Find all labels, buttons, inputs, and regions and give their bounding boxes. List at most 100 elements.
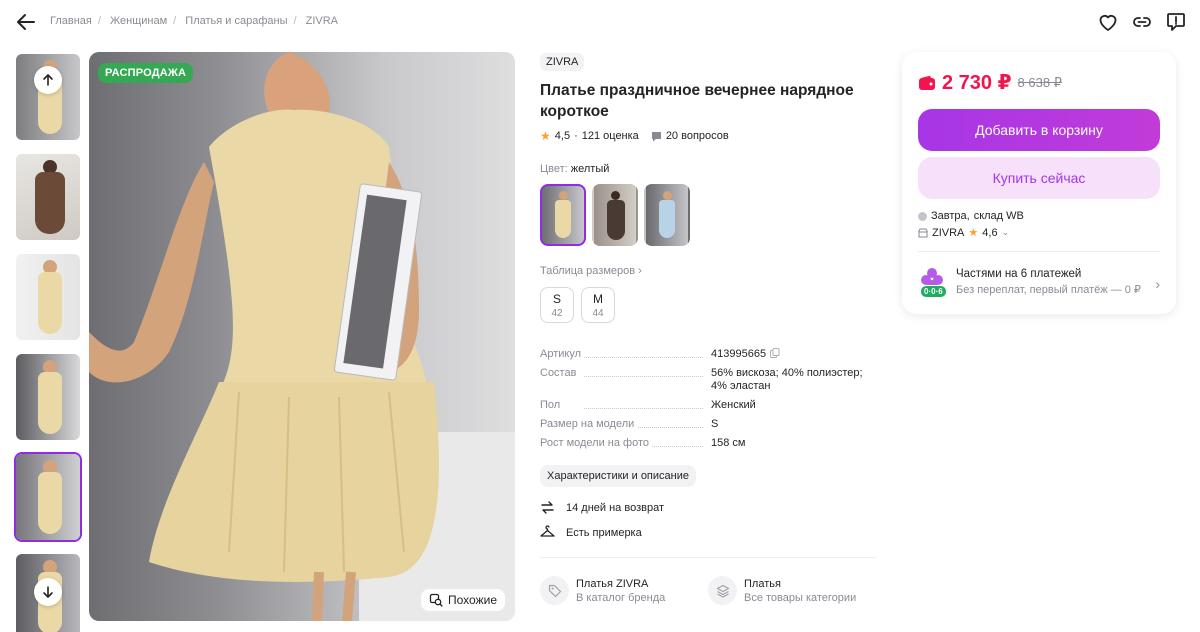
rating-separator: ·: [574, 130, 578, 142]
return-text: 14 дней на возврат: [566, 501, 664, 514]
installment-offer[interactable]: 0·0·6 Частями на 6 платежей Без переплат…: [918, 266, 1160, 298]
link-icon[interactable]: [1130, 10, 1154, 34]
color-swatch-yellow[interactable]: [540, 184, 586, 246]
dress-photo-illustration: [89, 52, 515, 621]
param-key: Размер на модели: [540, 418, 638, 430]
size-option-s[interactable]: S 42: [540, 287, 574, 323]
chevron-right-icon: ›: [638, 265, 642, 277]
brand-chip[interactable]: ZIVRA: [540, 53, 585, 71]
color-label: Цвет: желтый: [540, 163, 880, 175]
rating-line: ★ 4,5 · 121 оценка 20 вопросов: [540, 129, 880, 143]
thumbnail[interactable]: [14, 252, 82, 342]
size-label: S: [552, 292, 561, 306]
category-link-sub: Все товары категории: [744, 591, 857, 604]
category-link[interactable]: Платья Все товары категории: [708, 576, 876, 605]
delivery-info: Завтра, склад WB: [918, 210, 1160, 222]
category-link-title: Платья: [744, 577, 781, 590]
size-label: M: [593, 292, 603, 306]
heart-icon[interactable]: [1096, 10, 1120, 34]
size-selector: S 42 M 44: [540, 287, 880, 323]
product-info: ZIVRA Платье праздничное вечернее нарядн…: [540, 52, 880, 605]
similar-button[interactable]: Похожие: [421, 589, 505, 611]
param-row: Состав 56% вискоза; 40% полиэстер; 4% эл…: [540, 367, 876, 393]
color-swatch-brown[interactable]: [592, 184, 638, 246]
size-table-label: Таблица размеров: [540, 265, 636, 277]
chat-icon: [651, 131, 661, 141]
back-arrow-icon[interactable]: [14, 10, 38, 34]
installment-subtitle: Без переплат, первый платёж — 0 ₽: [956, 284, 1141, 296]
copy-icon[interactable]: [770, 348, 780, 358]
delivery-day: Завтра,: [931, 210, 970, 222]
breadcrumb: Главная / Женщинам / Платья и сарафаны / ZI…: [50, 15, 339, 27]
reviews-count[interactable]: 121 оценка: [582, 130, 639, 142]
breadcrumb-women[interactable]: Женщинам: [110, 15, 167, 27]
brand-link-title: Платья ZIVRA: [576, 577, 649, 590]
similar-search-icon: [429, 593, 443, 607]
return-arrows-icon: [541, 501, 554, 514]
installment-badge: 0·0·6: [920, 285, 947, 298]
installment-title: Частями на 6 платежей: [956, 268, 1082, 280]
param-key: Пол: [540, 399, 564, 411]
main-product-photo[interactable]: РАСПРОДАЖА Похожие: [89, 52, 515, 621]
report-icon[interactable]: [1164, 10, 1188, 34]
param-row: Размер на модели S: [540, 418, 876, 431]
thumbnail[interactable]: [14, 152, 82, 242]
divider: [918, 251, 1160, 252]
return-perk: 14 дней на возврат: [540, 500, 880, 515]
thumbnail[interactable]: [14, 352, 82, 442]
size-table-link[interactable]: Таблица размеров ›: [540, 265, 880, 277]
sale-badge: РАСПРОДАЖА: [98, 63, 194, 83]
thumbs-down-arrow-icon[interactable]: [34, 578, 62, 606]
rating-value: 4,5: [554, 130, 571, 142]
color-label-key: Цвет:: [540, 163, 568, 175]
chevron-right-icon: ›: [1155, 276, 1160, 292]
price-row: 2 730 ₽ 8 638 ₽: [918, 70, 1160, 95]
param-value: 158 см: [711, 437, 746, 449]
param-value: S: [711, 418, 719, 430]
param-key: Артикул: [540, 348, 585, 360]
param-row: Пол Женский: [540, 399, 876, 412]
thumbnail-active[interactable]: [14, 452, 82, 542]
color-label-value: желтый: [570, 163, 610, 175]
product-title: Платье праздничное вечернее нарядное кор…: [540, 82, 854, 120]
seller-info[interactable]: ZIVRA ★ 4,6 ⌄: [918, 226, 1160, 239]
size-ru: 44: [592, 308, 604, 319]
similar-label: Похожие: [448, 593, 497, 607]
seller-rating: 4,6: [982, 226, 998, 239]
wallet-icon: [919, 75, 935, 90]
param-key: Состав: [540, 367, 580, 379]
current-price: 2 730 ₽: [942, 72, 1012, 94]
star-icon: ★: [968, 227, 979, 239]
thumbs-up-arrow-icon[interactable]: [34, 66, 62, 94]
questions-count: 20 вопросов: [665, 130, 729, 142]
top-bar: Главная / Женщинам / Платья и сарафаны / ZI…: [0, 0, 1200, 44]
param-value: 56% вискоза; 40% полиэстер; 4% эластан: [711, 367, 863, 392]
brand-link-sub: В каталог бренда: [576, 591, 666, 604]
param-row: Артикул 413995665: [540, 348, 876, 361]
param-key: Рост модели на фото: [540, 437, 653, 449]
fitting-perk: Есть примерка: [540, 525, 880, 540]
breadcrumb-dresses[interactable]: Платья и сарафаны: [185, 15, 287, 27]
color-swatch-blue[interactable]: [644, 184, 690, 246]
divider: [540, 557, 876, 558]
delivery-dot-icon: [918, 211, 927, 221]
add-to-cart-button[interactable]: Добавить в корзину: [918, 109, 1160, 151]
description-button[interactable]: Характеристики и описание: [540, 465, 696, 487]
size-ru: 42: [551, 308, 563, 319]
category-links: Платья ZIVRA В каталог бренда Платья Все…: [540, 576, 880, 605]
size-option-m[interactable]: M 44: [581, 287, 615, 323]
breadcrumb-home[interactable]: Главная: [50, 15, 92, 27]
old-price: 8 638 ₽: [1017, 74, 1062, 90]
fitting-text: Есть примерка: [566, 526, 642, 539]
param-row: Рост модели на фото 158 см: [540, 437, 876, 450]
brand-catalog-link[interactable]: Платья ZIVRA В каталог бренда: [540, 576, 708, 605]
shop-icon: [918, 228, 928, 237]
delivery-warehouse: склад WB: [973, 210, 1024, 222]
hanger-icon: [540, 525, 555, 537]
buy-card: 2 730 ₽ 8 638 ₽ Добавить в корзину Купит…: [902, 52, 1176, 314]
questions-link[interactable]: 20 вопросов: [651, 130, 729, 142]
breadcrumb-brand[interactable]: ZIVRA: [306, 15, 338, 27]
buy-now-button[interactable]: Купить сейчас: [918, 157, 1160, 199]
chevron-down-icon: ⌄: [1001, 227, 1010, 237]
layers-icon: [716, 584, 729, 598]
